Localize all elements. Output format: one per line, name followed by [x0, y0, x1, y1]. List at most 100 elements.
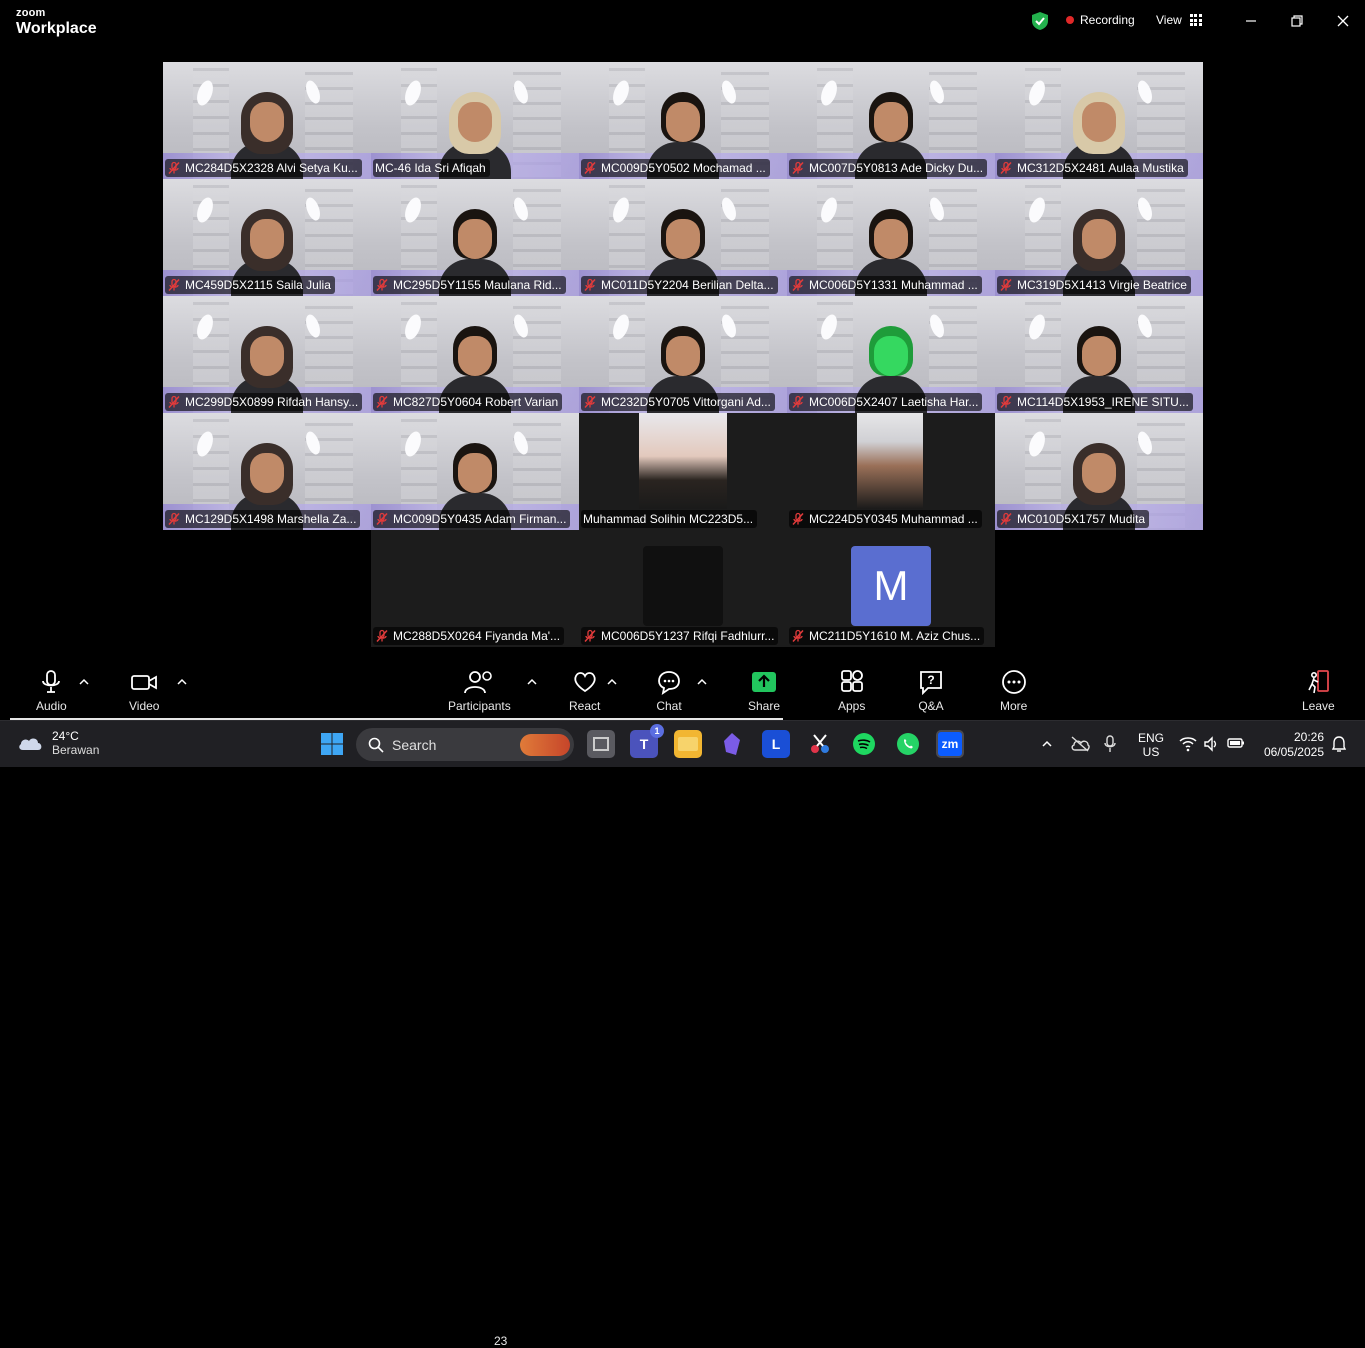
notification-bell-icon[interactable]: [1331, 735, 1347, 753]
participant-tile[interactable]: MC114D5X1953_IRENE SITU...: [995, 296, 1203, 413]
l-app[interactable]: L: [762, 730, 790, 758]
participant-tile[interactable]: MC295D5Y1155 Maulana Rid...: [371, 179, 579, 296]
participants-options-chevron-up-icon[interactable]: [526, 676, 538, 688]
volume-icon[interactable]: [1203, 736, 1219, 752]
share-button[interactable]: Share: [748, 668, 780, 713]
react-options-chevron-up-icon[interactable]: [606, 676, 618, 688]
participant-name-label: MC010D5X1757 Mudita: [997, 510, 1150, 528]
participant-tile[interactable]: MC312D5X2481 Aulaa Mustika: [995, 62, 1203, 179]
temperature: 24°C: [52, 729, 79, 743]
participant-name: MC006D5Y1331 Muhammad ...: [809, 278, 978, 292]
tray-chevron-up-icon[interactable]: [1041, 738, 1053, 750]
audio-button[interactable]: Audio: [36, 668, 67, 713]
obsidian-crystal-icon: [724, 733, 740, 755]
participant-tile[interactable]: MC319D5X1413 Virgie Beatrice: [995, 179, 1203, 296]
leave-button[interactable]: Leave: [1302, 668, 1335, 713]
participant-tile[interactable]: MC288D5X0264 Fiyanda Ma'...: [371, 530, 579, 647]
video-options-chevron-up-icon[interactable]: [176, 676, 188, 688]
participant-tile[interactable]: M MC211D5Y1610 M. Aziz Chus...: [787, 530, 995, 647]
encryption-shield-icon[interactable]: [1031, 11, 1049, 31]
participant-name-label: MC284D5X2328 Alvi Setya Ku...: [165, 159, 362, 177]
close-button[interactable]: [1331, 10, 1355, 32]
react-button[interactable]: React: [569, 668, 600, 713]
share-screen-icon: [752, 672, 777, 692]
participant-tile[interactable]: MC006D5Y1331 Muhammad ...: [787, 179, 995, 296]
video-button[interactable]: Video: [129, 668, 159, 713]
teams-app[interactable]: T1: [630, 724, 664, 758]
zoom-app-icon: zm: [941, 737, 959, 751]
participant-tile[interactable]: MC459D5X2115 Saila Julia: [163, 179, 371, 296]
participant-tile[interactable]: MC827D5Y0604 Robert Varian: [371, 296, 579, 413]
participant-tile[interactable]: MC010D5X1757 Mudita: [995, 413, 1203, 530]
snipping-tool-app[interactable]: [806, 730, 834, 758]
minimize-icon: [1246, 20, 1256, 22]
weather-widget[interactable]: 24°C Berawan: [16, 729, 99, 757]
spotify-app[interactable]: [850, 730, 878, 758]
muted-microphone-icon: [376, 278, 388, 292]
participant-tile[interactable]: MC232D5Y0705 Vittorgani Ad...: [579, 296, 787, 413]
question-bubble-icon: ?: [920, 671, 942, 695]
participant-tile[interactable]: Muhammad Solihin MC223D5...: [579, 413, 787, 530]
brand-zoom: zoom: [16, 7, 46, 19]
muted-microphone-icon: [792, 629, 804, 643]
muted-microphone-icon: [792, 512, 804, 526]
participant-name: MC224D5Y0345 Muhammad ...: [809, 512, 978, 526]
participant-tile[interactable]: MC006D5X2407 Laetisha Har...: [787, 296, 995, 413]
file-explorer-app[interactable]: [674, 730, 702, 758]
participant-tile[interactable]: MC129D5X1498 Marshella Za...: [163, 413, 371, 530]
muted-microphone-icon: [792, 395, 804, 409]
participant-name: MC312D5X2481 Aulaa Mustika: [1017, 161, 1184, 175]
recording-label: Recording: [1080, 13, 1135, 27]
chat-button[interactable]: Chat: [656, 668, 682, 713]
view-button[interactable]: View: [1156, 13, 1202, 27]
participants-button[interactable]: Participants: [448, 668, 511, 713]
chat-label: Chat: [656, 699, 682, 713]
taskbar-search[interactable]: Search: [356, 728, 574, 761]
minimize-button[interactable]: [1239, 10, 1263, 32]
restore-button[interactable]: [1285, 10, 1309, 32]
participant-name-label: MC312D5X2481 Aulaa Mustika: [997, 159, 1188, 177]
recording-indicator[interactable]: Recording: [1066, 13, 1135, 27]
windows-start-button[interactable]: [318, 730, 346, 758]
more-options-icon: [1001, 670, 1026, 694]
cloud-off-icon[interactable]: [1070, 735, 1090, 753]
task-view-button[interactable]: [587, 730, 615, 758]
participant-tile[interactable]: MC011D5Y2204 Berilian Delta...: [579, 179, 787, 296]
zoom-app[interactable]: zm: [936, 730, 964, 758]
whatsapp-icon: [897, 733, 919, 755]
grid-view-icon: [1189, 14, 1202, 26]
heart-icon: [574, 672, 596, 693]
participants-count: 23: [494, 1334, 508, 1348]
participant-name-label: MC006D5X2407 Laetisha Har...: [789, 393, 983, 411]
participant-tile[interactable]: MC299D5X0899 Rifdah Hansy...: [163, 296, 371, 413]
participant-tile[interactable]: MC007D5Y0813 Ade Dicky Du...: [787, 62, 995, 179]
participant-tile[interactable]: MC009D5Y0435 Adam Firman...: [371, 413, 579, 530]
leave-door-icon: [1308, 670, 1330, 694]
chat-options-chevron-up-icon[interactable]: [696, 676, 708, 688]
scissors-icon: [811, 734, 829, 753]
participant-name-label: MC006D5Y1331 Muhammad ...: [789, 276, 982, 294]
battery-icon[interactable]: [1227, 737, 1245, 749]
system-clock[interactable]: 20:26 06/05/2025: [1258, 730, 1324, 760]
participant-name-label: MC459D5X2115 Saila Julia: [165, 276, 335, 294]
wifi-icon[interactable]: [1179, 736, 1197, 752]
audio-options-chevron-up-icon[interactable]: [78, 676, 90, 688]
muted-microphone-icon: [1000, 395, 1012, 409]
obsidian-app[interactable]: [718, 730, 746, 758]
participant-tile[interactable]: MC006D5Y1237 Rifqi Fadhlurr...: [579, 530, 787, 647]
participant-tile[interactable]: MC009D5Y0502 Mochamad ...: [579, 62, 787, 179]
apps-button[interactable]: Apps: [838, 668, 865, 713]
participant-tile[interactable]: MC284D5X2328 Alvi Setya Ku...: [163, 62, 371, 179]
language-indicator[interactable]: ENG US: [1138, 731, 1164, 759]
participant-tile[interactable]: MC-46 Ida Sri Afiqah: [371, 62, 579, 179]
participant-tile[interactable]: MC224D5Y0345 Muhammad ...: [787, 413, 995, 530]
participant-name: MC211D5Y1610 M. Aziz Chus...: [809, 629, 981, 643]
more-button[interactable]: More: [1000, 668, 1027, 713]
muted-microphone-icon: [1000, 278, 1012, 292]
muted-microphone-icon: [1000, 161, 1012, 175]
muted-microphone-icon: [168, 512, 180, 526]
participant-name: Muhammad Solihin MC223D5...: [583, 512, 754, 526]
qa-button[interactable]: ? Q&A: [918, 668, 944, 713]
tray-microphone-icon[interactable]: [1103, 735, 1117, 753]
whatsapp-app[interactable]: [894, 730, 922, 758]
